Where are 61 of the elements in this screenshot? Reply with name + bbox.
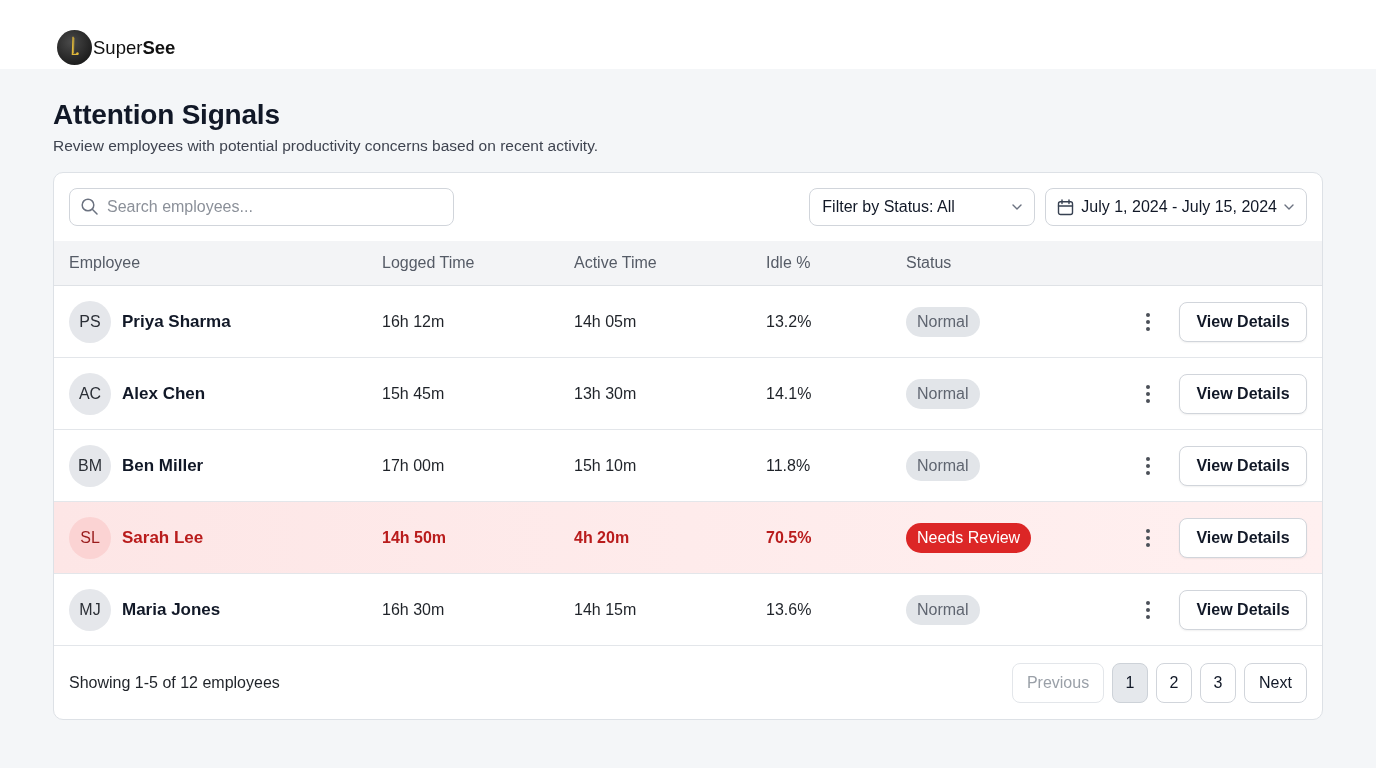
active-time: 15h 10m bbox=[574, 456, 637, 475]
view-details-button[interactable]: View Details bbox=[1179, 301, 1307, 342]
status-badge: Normal bbox=[906, 378, 980, 409]
chevron-down-icon bbox=[1284, 204, 1294, 210]
more-options-icon[interactable] bbox=[1145, 311, 1151, 332]
idle-percent: 13.6% bbox=[766, 600, 812, 619]
idle-percent: 14.1% bbox=[766, 384, 812, 403]
column-header: Logged Time bbox=[382, 254, 475, 272]
page-number-button[interactable]: 3 bbox=[1200, 662, 1236, 703]
search-field[interactable]: Search employees... bbox=[69, 188, 454, 226]
avatar: MJ bbox=[69, 588, 111, 631]
view-details-button[interactable]: View Details bbox=[1179, 589, 1307, 630]
column-header: Active Time bbox=[574, 254, 657, 272]
employee-name: Maria Jones bbox=[122, 599, 221, 620]
status-badge: Normal bbox=[906, 594, 980, 625]
status-badge: Needs Review bbox=[906, 522, 1032, 553]
employee-name: Ben Miller bbox=[122, 455, 204, 476]
more-options-icon[interactable] bbox=[1145, 455, 1151, 476]
avatar: PS bbox=[69, 300, 111, 343]
avatar: AC bbox=[69, 372, 111, 415]
date-range-picker[interactable]: July 1, 2024 - July 15, 2024 bbox=[1045, 188, 1307, 226]
view-details-button[interactable]: View Details bbox=[1179, 373, 1307, 414]
logo-icon bbox=[57, 30, 92, 65]
active-time: 14h 05m bbox=[574, 312, 637, 331]
column-header: Status bbox=[906, 254, 952, 272]
active-time: 4h 20m bbox=[574, 528, 630, 547]
avatar: SL bbox=[69, 516, 111, 559]
calendar-icon bbox=[1057, 198, 1075, 216]
status-badge: Normal bbox=[906, 306, 980, 337]
status-filter-dropdown[interactable]: Filter by Status: All bbox=[809, 188, 1036, 226]
status-badge: Normal bbox=[906, 450, 980, 481]
logged-time: 16h 12m bbox=[382, 312, 445, 331]
employee-name: Priya Sharma bbox=[122, 311, 231, 332]
page-title: Attention Signals bbox=[53, 98, 281, 132]
avatar: BM bbox=[69, 444, 111, 487]
view-details-button[interactable]: View Details bbox=[1179, 445, 1307, 486]
more-options-icon[interactable] bbox=[1145, 599, 1151, 620]
column-header: Idle % bbox=[766, 254, 811, 272]
chevron-down-icon bbox=[1012, 204, 1023, 210]
logged-time: 16h 30m bbox=[382, 600, 445, 619]
active-time: 13h 30m bbox=[574, 384, 637, 403]
employee-name: Alex Chen bbox=[122, 383, 206, 404]
logged-time: 14h 50m bbox=[382, 528, 447, 547]
employee-name: Sarah Lee bbox=[122, 527, 204, 548]
idle-percent: 13.2% bbox=[766, 312, 812, 331]
next-page-button[interactable]: Next bbox=[1244, 662, 1307, 703]
brand-name: SuperSee bbox=[93, 36, 176, 60]
view-details-button[interactable]: View Details bbox=[1179, 517, 1307, 558]
idle-percent: 70.5% bbox=[766, 528, 812, 547]
more-options-icon[interactable] bbox=[1145, 527, 1151, 548]
logged-time: 17h 00m bbox=[382, 456, 445, 475]
more-options-icon[interactable] bbox=[1145, 383, 1151, 404]
search-icon bbox=[81, 198, 98, 215]
page-number-button[interactable]: 2 bbox=[1156, 662, 1192, 703]
active-time: 14h 15m bbox=[574, 600, 637, 619]
results-summary: Showing 1-5 of 12 employees bbox=[69, 673, 280, 692]
idle-percent: 11.8% bbox=[766, 456, 811, 475]
page-subtitle: Review employees with potential productivity concerns based on recent activity. bbox=[53, 136, 600, 156]
column-header: Employee bbox=[69, 254, 141, 272]
page-number-button[interactable]: 1 bbox=[1112, 662, 1148, 703]
logged-time: 15h 45m bbox=[382, 384, 445, 403]
